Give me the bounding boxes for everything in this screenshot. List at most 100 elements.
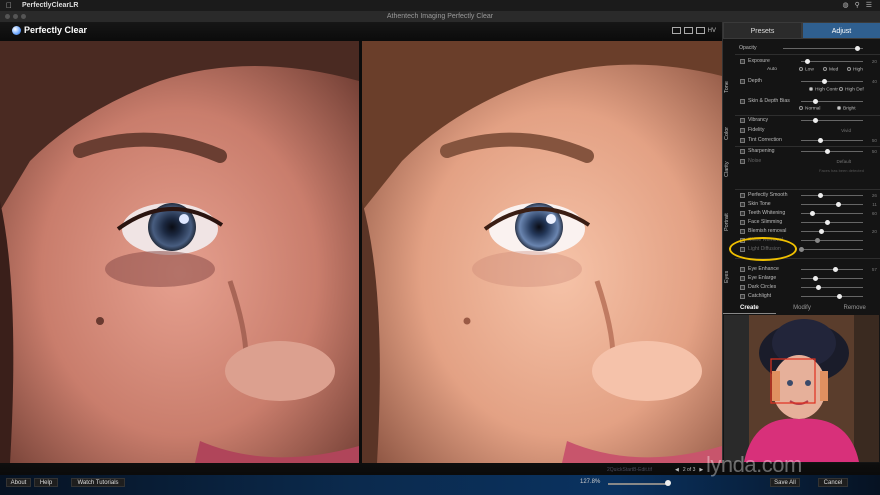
blemish-removal-slider-knob[interactable] [819,229,824,234]
tint-correction-checkbox[interactable] [740,138,745,143]
logo-text: Perfectly Clear [24,25,88,35]
about-button[interactable]: About [6,478,31,487]
search-icon[interactable]: ⚲ [855,0,860,11]
eye-enhance-row: Eye Enhance 57 [723,265,880,274]
dark-circles-slider-track[interactable] [801,287,863,288]
teeth-whitening-slider-knob[interactable] [810,211,815,216]
minimize-window-icon[interactable] [13,14,18,19]
skin-tone-slider-knob[interactable] [836,202,841,207]
side-by-side-view-icon[interactable] [695,27,705,34]
blemish-removal-value: 20 [871,229,877,234]
sharpening-row: Sharpening 50 [723,147,880,156]
depth-high-contr-option[interactable]: High Contr [809,87,838,93]
depth-high-def-option[interactable]: High Def [839,87,864,93]
perfectly-smooth-slider-track[interactable] [801,195,863,196]
face-slimming-checkbox[interactable] [740,220,745,225]
light-diffusion-slider-knob[interactable] [799,247,804,252]
skin-tone-checkbox[interactable] [740,202,745,207]
eye-enhance-slider-track[interactable] [801,269,863,270]
zoom-slider-knob[interactable] [665,480,671,486]
tab-modify[interactable]: Modify [776,302,829,314]
dark-circles-slider-knob[interactable] [816,285,821,290]
face-detection-preview[interactable] [724,315,879,462]
skin-depth-bias-checkbox[interactable] [740,99,745,104]
save-all-button[interactable]: Save All [770,478,800,487]
app-menu-name[interactable]: PerfectlyClearLR [22,0,78,11]
bias-normal-option[interactable]: Normal [799,106,820,112]
perfectly-smooth-checkbox[interactable] [740,193,745,198]
vibrancy-slider-track[interactable] [801,120,863,121]
vibrancy-slider-knob[interactable] [813,118,818,123]
wifi-icon[interactable]: ◍ [842,0,848,11]
teeth-whitening-checkbox[interactable] [740,211,745,216]
close-window-icon[interactable] [5,14,10,19]
depth-slider-knob[interactable] [822,79,827,84]
light-diffusion-slider-track[interactable] [801,249,863,250]
help-button[interactable]: Help [34,478,58,487]
tint-correction-slider-track[interactable] [801,140,863,141]
split-view-icon[interactable] [683,27,693,34]
perfectly-smooth-slider-knob[interactable] [818,193,823,198]
before-image[interactable] [0,41,359,463]
dark-circles-checkbox[interactable] [740,285,745,290]
face-slimming-slider-track[interactable] [801,222,863,223]
tint-correction-slider-knob[interactable] [818,138,823,143]
eye-enhance-checkbox[interactable] [740,267,745,272]
face-slimming-slider-knob[interactable] [825,220,830,225]
single-view-icon[interactable] [671,27,681,34]
exposure-checkbox[interactable] [740,59,745,64]
menu-icon[interactable]: ☰ [866,0,872,11]
zoom-slider-track[interactable] [608,483,670,485]
bias-bright-option[interactable]: Bright [837,106,856,112]
exposure-low-option[interactable]: Low [799,67,814,73]
depth-slider-track[interactable] [801,81,863,82]
teeth-whitening-row: Teeth Whitening 60 [723,209,880,218]
exposure-slider-track[interactable] [801,61,863,62]
shine-removal-slider-knob[interactable] [815,238,820,243]
previous-image-icon[interactable]: ◀ [675,467,679,473]
noise-select[interactable]: Default [836,157,851,166]
app-header: Perfectly Clear HV [0,22,722,41]
catchlight-slider-knob[interactable] [837,294,842,299]
opacity-slider-track[interactable] [783,48,863,49]
skin-depth-bias-slider-track[interactable] [801,101,863,102]
tab-adjust[interactable]: Adjust [802,22,880,39]
blemish-removal-checkbox[interactable] [740,229,745,234]
sharpening-slider-knob[interactable] [825,149,830,154]
eye-enhance-slider-knob[interactable] [833,267,838,272]
fidelity-select[interactable]: Vivid [841,126,851,135]
catchlight-slider-track[interactable] [801,296,863,297]
opacity-slider-knob[interactable] [855,46,860,51]
tab-create[interactable]: Create [723,302,776,314]
next-image-icon[interactable]: ▶ [699,467,703,473]
catchlight-checkbox[interactable] [740,294,745,299]
zoom-window-icon[interactable] [21,14,26,19]
noise-checkbox[interactable] [740,159,745,164]
hv-toggle[interactable]: HV [708,28,716,34]
shine-removal-slider-track[interactable] [801,240,863,241]
vibrancy-checkbox[interactable] [740,118,745,123]
eye-enlarge-checkbox[interactable] [740,276,745,281]
sharpening-slider-track[interactable] [801,151,863,152]
depth-checkbox[interactable] [740,79,745,84]
perfectly-clear-logo: Perfectly Clear [12,25,87,35]
skin-depth-bias-slider-knob[interactable] [813,99,818,104]
sharpening-checkbox[interactable] [740,149,745,154]
eye-enlarge-slider-knob[interactable] [813,276,818,281]
tab-presets[interactable]: Presets [723,22,802,39]
exposure-med-option[interactable]: Med [823,67,838,73]
blemish-removal-slider-track[interactable] [801,231,863,232]
apple-icon[interactable]:  [6,0,12,11]
cancel-button[interactable]: Cancel [818,478,848,487]
fidelity-checkbox[interactable] [740,128,745,133]
depth-value: 40 [871,79,877,84]
exposure-slider-knob[interactable] [805,59,810,64]
tab-remove[interactable]: Remove [828,302,880,314]
after-image[interactable] [362,41,722,463]
skin-depth-bias-label: Skin & Depth Bias [748,98,790,104]
exposure-high-option[interactable]: High [847,67,863,73]
eye-enlarge-slider-track[interactable] [801,278,863,279]
pager-count: 2 of 3 [682,467,696,473]
skin-tone-slider-track[interactable] [801,204,863,205]
watch-tutorials-button[interactable]: Watch Tutorials [71,478,125,487]
